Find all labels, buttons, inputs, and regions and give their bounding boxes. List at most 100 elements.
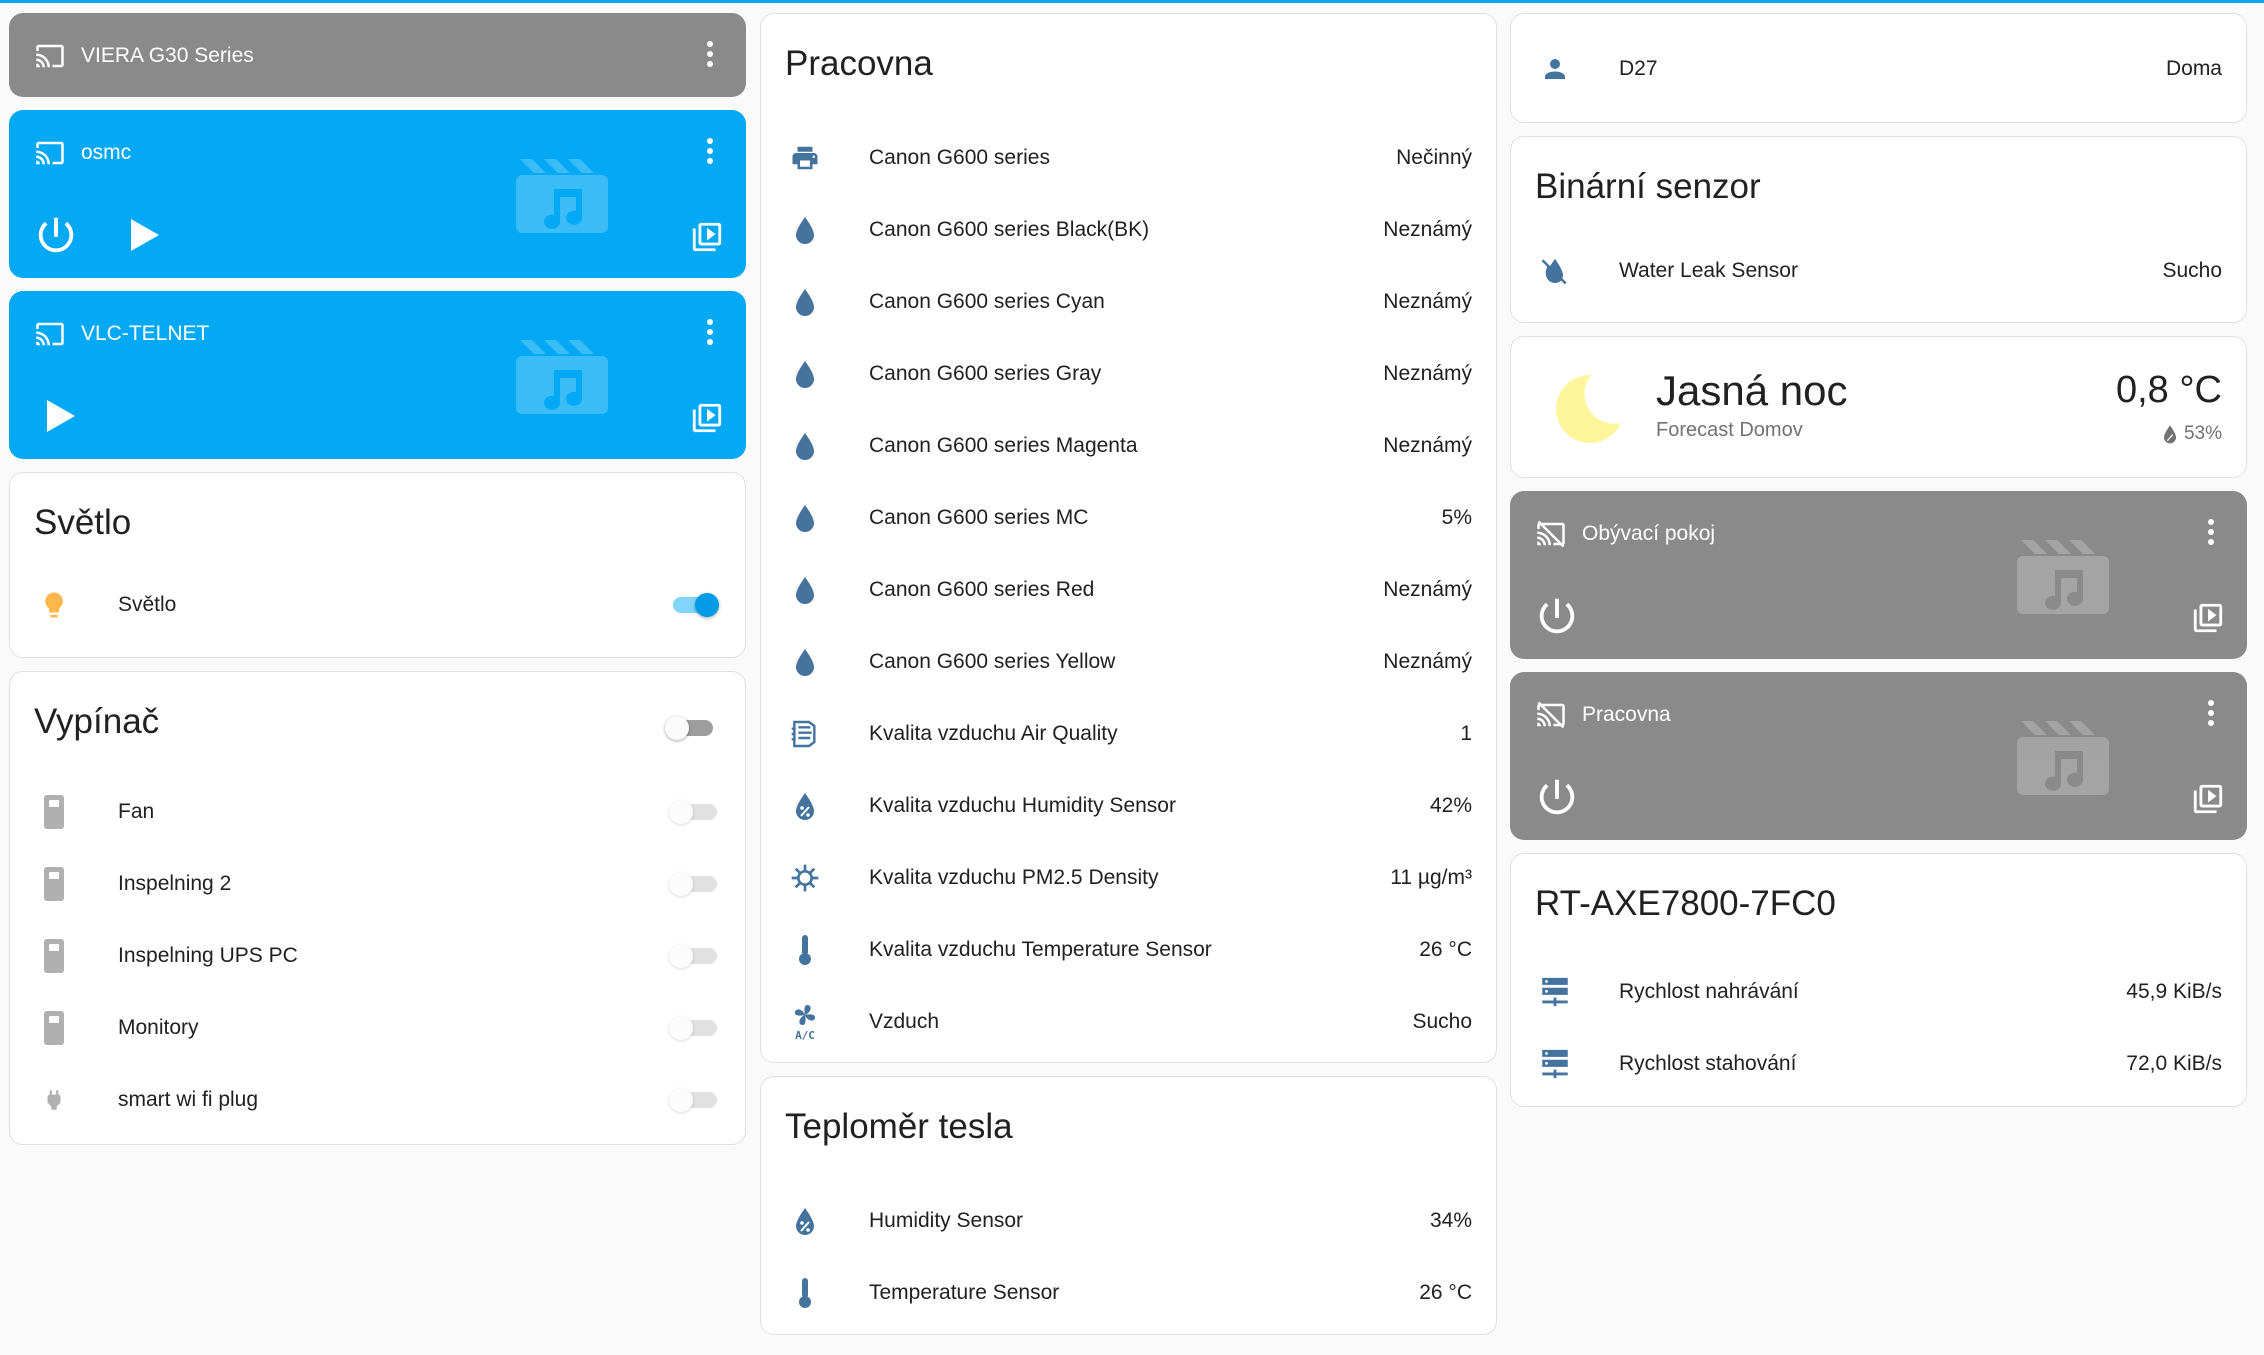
entity-row-water-leak[interactable]: Water Leak Sensor Sucho [1511,235,2246,307]
entity-value: 5% [1441,506,1472,529]
entity-row-person[interactable]: D27 Doma [1511,33,2246,105]
source-select-icon[interactable] [690,220,724,254]
printer-icon [785,138,825,178]
entity-name: Inspelning UPS PC [118,944,298,967]
entity-row-humidity-sensor[interactable]: Kvalita vzduchu Humidity Sensor 42% [761,770,1496,842]
entity-row-printer[interactable]: Canon G600 series Nečinný [761,122,1496,194]
air-conditioner-icon: A/C [785,1002,825,1042]
media-title: Obývací pokoj [1582,522,1716,545]
smart-plug-toggle[interactable] [669,1080,721,1120]
more-options-icon[interactable] [706,136,714,166]
cast-icon [33,138,67,168]
play-button[interactable] [43,397,77,435]
light-toggle[interactable] [669,585,721,625]
entity-value: 72,0 KiB/s [2126,1052,2222,1075]
source-select-icon[interactable] [2191,601,2225,635]
power-button[interactable] [1534,774,1580,820]
entity-name: Kvalita vzduchu PM2.5 Density [869,866,1159,889]
inspelning-ups-toggle[interactable] [669,936,721,976]
entity-name: Světlo [118,593,177,616]
inspelning-2-toggle[interactable] [669,864,721,904]
entity-row-pm25[interactable]: Kvalita vzduchu PM2.5 Density 11 µg/m³ [761,842,1496,914]
entity-row-vzduch[interactable]: A/C Vzduch Sucho [761,986,1496,1058]
play-button[interactable] [127,216,161,254]
media-card-vlc[interactable]: VLC-TELNET [9,291,746,459]
entity-value: 26 °C [1419,1281,1472,1304]
water-drop-icon [785,498,825,538]
more-options-icon[interactable] [2207,698,2215,728]
water-drop-icon [785,642,825,682]
water-off-icon [1535,251,1575,291]
entity-name: Humidity Sensor [869,1209,1024,1232]
media-card-obyvaci-pokoj[interactable]: Obývací pokoj [1510,491,2247,659]
water-drop-icon [785,282,825,322]
more-options-icon[interactable] [2207,517,2215,547]
media-card-viera[interactable]: VIERA G30 Series [9,13,746,97]
entity-row-ink-red[interactable]: Canon G600 series Red Neznámý [761,554,1496,626]
entity-value: Neznámý [1383,218,1472,241]
entity-value: 1 [1460,722,1472,745]
switch-row-inspelning-2[interactable]: Inspelning 2 [10,848,745,920]
entity-value: Nečinný [1396,146,1472,169]
power-plug-icon [34,1080,74,1120]
card-binary-sensor: Binární senzor Water Leak Sensor Sucho [1510,136,2247,323]
top-accent-line [0,0,2264,3]
source-select-icon[interactable] [2191,782,2225,816]
light-switch-icon [34,864,74,904]
header-toggle[interactable] [665,708,717,748]
media-card-pracovna[interactable]: Pracovna [1510,672,2247,840]
moon-icon [1545,369,1625,449]
entity-row-ink-gray[interactable]: Canon G600 series Gray Neznámý [761,338,1496,410]
power-button[interactable] [1534,593,1580,639]
source-select-icon[interactable] [690,401,724,435]
entity-row-temperature-sensor[interactable]: Kvalita vzduchu Temperature Sensor 26 °C [761,914,1496,986]
more-options-icon[interactable] [706,317,714,347]
switch-row-inspelning-ups[interactable]: Inspelning UPS PC [10,920,745,992]
entity-row-ink-mc[interactable]: Canon G600 series MC 5% [761,482,1496,554]
entity-name: Canon G600 series Gray [869,362,1102,385]
media-title: osmc [81,141,132,164]
entity-value: Doma [2165,57,2222,80]
weather-condition: Jasná noc [1656,367,1848,414]
fan-toggle[interactable] [669,792,721,832]
entity-row-svetlo[interactable]: Světlo [10,569,745,641]
svg-text:A/C: A/C [795,1029,815,1041]
entity-row-temperature[interactable]: Temperature Sensor 26 °C [761,1257,1496,1329]
air-filter-icon [785,714,825,754]
entity-row-ink-magenta[interactable]: Canon G600 series Magenta Neznámý [761,410,1496,482]
movie-music-icon [514,155,610,235]
entity-name: Canon G600 series MC [869,506,1089,529]
entity-name: Canon G600 series [869,146,1050,169]
power-button[interactable] [33,212,79,258]
card-teplomer: Teploměr tesla Humidity Sensor 34% Tempe… [760,1076,1497,1335]
water-drop-icon [785,570,825,610]
column-1: VIERA G30 Series osmc VLC-TELNET Světlo … [9,13,746,1145]
thermometer-icon [785,930,825,970]
water-percent-icon [785,1201,825,1241]
entity-value: 42% [1429,794,1472,817]
media-card-osmc[interactable]: osmc [9,110,746,278]
entity-row-ink-yellow[interactable]: Canon G600 series Yellow Neznámý [761,626,1496,698]
bulb-icon [34,585,74,625]
switch-row-monitory[interactable]: Monitory [10,992,745,1064]
entity-row-download-speed[interactable]: Rychlost stahování 72,0 KiB/s [1511,1028,2246,1100]
account-icon [1535,49,1575,89]
entity-row-ink-black[interactable]: Canon G600 series Black(BK) Neznámý [761,194,1496,266]
entity-row-ink-cyan[interactable]: Canon G600 series Cyan Neznámý [761,266,1496,338]
entity-row-upload-speed[interactable]: Rychlost nahrávání 45,9 KiB/s [1511,956,2246,1028]
entity-row-humidity[interactable]: Humidity Sensor 34% [761,1185,1496,1257]
movie-music-icon [2015,717,2111,797]
entity-row-air-quality[interactable]: Kvalita vzduchu Air Quality 1 [761,698,1496,770]
water-drop-icon [785,426,825,466]
switch-row-fan[interactable]: Fan [10,776,745,848]
entity-name: Canon G600 series Magenta [869,434,1138,457]
entity-name: Rychlost stahování [1619,1052,1797,1075]
more-options-icon[interactable] [706,39,714,69]
switch-row-smart-plug[interactable]: smart wi fi plug [10,1064,745,1136]
card-weather[interactable]: Jasná noc Forecast Domov 0,8 °C 53% [1510,336,2247,478]
monitory-toggle[interactable] [669,1008,721,1048]
entity-value: 45,9 KiB/s [2126,980,2222,1003]
entity-name: Inspelning 2 [118,872,232,895]
entity-value: 26 °C [1419,938,1472,961]
water-drop-icon [785,210,825,250]
